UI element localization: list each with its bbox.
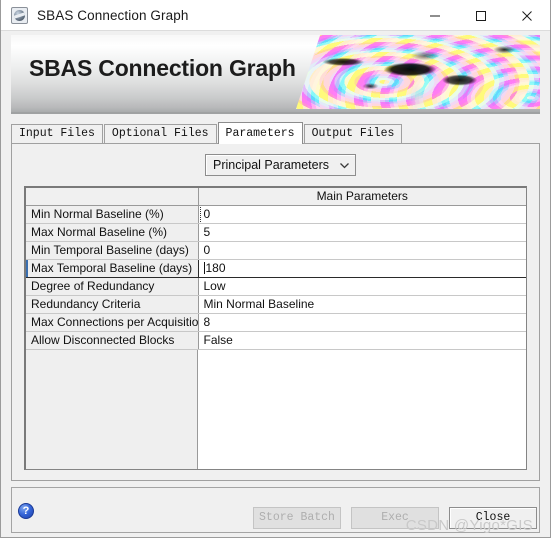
- globe-app-icon: [11, 6, 28, 24]
- table-header-row: Main Parameters: [26, 188, 526, 206]
- interferogram-fringe-image: [296, 35, 540, 109]
- table-header-blank: [26, 188, 199, 206]
- table-row[interactable]: Max Temporal Baseline (days) 180: [26, 258, 526, 278]
- table-empty-area: [26, 349, 526, 469]
- param-value-text: 180: [205, 261, 226, 275]
- table-empty-value-column: [198, 349, 526, 469]
- parameter-set-value: Principal Parameters: [212, 158, 329, 172]
- param-name-max-temporal-baseline: Max Temporal Baseline (days): [26, 258, 199, 278]
- param-name-max-normal-baseline: Max Normal Baseline (%): [26, 223, 199, 242]
- param-name-max-connections-per-acquisition: Max Connections per Acquisition: [26, 313, 199, 332]
- param-value-max-temporal-baseline[interactable]: 180: [198, 258, 526, 278]
- parameter-set-row: Principal Parameters: [12, 144, 539, 186]
- parameters-table: Main Parameters Min Normal Baseline (%) …: [26, 188, 526, 350]
- window-controls: [412, 0, 550, 31]
- chevron-down-icon: [339, 160, 350, 171]
- table-row[interactable]: Allow Disconnected Blocks False: [26, 331, 526, 350]
- dialog-footer: ? Store Batch Exec Close CSDN @Yigo*GIS: [11, 487, 540, 534]
- banner: SBAS Connection Graph: [11, 35, 540, 114]
- param-name-degree-of-redundancy: Degree of Redundancy: [26, 277, 199, 296]
- tab-optional-files[interactable]: Optional Files: [103, 124, 217, 143]
- param-name-min-temporal-baseline: Min Temporal Baseline (days): [26, 241, 199, 260]
- tabstrip: Input Files Optional Files Parameters Ou…: [11, 122, 540, 144]
- param-value-min-normal-baseline[interactable]: 0: [198, 205, 526, 224]
- table-row[interactable]: Redundancy Criteria Min Normal Baseline: [26, 295, 526, 314]
- watermark: CSDN @Yigo*GIS: [405, 517, 533, 534]
- param-value-degree-of-redundancy[interactable]: Low: [198, 277, 526, 296]
- help-question-icon[interactable]: ?: [18, 503, 34, 519]
- table-row[interactable]: Min Normal Baseline (%) 0: [26, 205, 526, 224]
- param-value-min-temporal-baseline[interactable]: 0: [198, 241, 526, 260]
- param-name-redundancy-criteria: Redundancy Criteria: [26, 295, 199, 314]
- close-icon[interactable]: [504, 0, 550, 31]
- window-titlebar: SBAS Connection Graph: [1, 0, 550, 31]
- text-caret: [203, 262, 205, 274]
- parameters-table-container[interactable]: Main Parameters Min Normal Baseline (%) …: [24, 186, 527, 470]
- table-row[interactable]: Degree of Redundancy Low: [26, 277, 526, 296]
- param-value-allow-disconnected-blocks[interactable]: False: [198, 331, 526, 350]
- parameter-set-select[interactable]: Principal Parameters: [204, 154, 356, 176]
- fringe-decoherence-overlay: [296, 35, 540, 109]
- param-value-max-normal-baseline[interactable]: 5: [198, 223, 526, 242]
- param-value-max-connections-per-acquisition[interactable]: 8: [198, 313, 526, 332]
- store-batch-button[interactable]: Store Batch: [253, 507, 341, 529]
- param-name-min-normal-baseline: Min Normal Baseline (%): [26, 205, 199, 224]
- param-name-allow-disconnected-blocks: Allow Disconnected Blocks: [26, 331, 199, 350]
- banner-heading: SBAS Connection Graph: [29, 55, 296, 81]
- table-header-main-parameters: Main Parameters: [198, 188, 526, 206]
- parameters-panel: Principal Parameters Main Parameters Min: [11, 143, 540, 481]
- tab-output-files[interactable]: Output Files: [303, 124, 403, 143]
- table-row[interactable]: Min Temporal Baseline (days) 0: [26, 241, 526, 260]
- tab-input-files[interactable]: Input Files: [11, 124, 103, 143]
- minimize-icon[interactable]: [412, 0, 458, 31]
- window-title: SBAS Connection Graph: [37, 7, 189, 23]
- sbas-connection-graph-window: SBAS Connection Graph SBAS Connection Gr…: [0, 0, 551, 538]
- table-empty-name-column: [26, 349, 198, 469]
- tab-parameters[interactable]: Parameters: [217, 122, 303, 144]
- param-value-redundancy-criteria[interactable]: Min Normal Baseline: [198, 295, 526, 314]
- table-row[interactable]: Max Normal Baseline (%) 5: [26, 223, 526, 242]
- table-row[interactable]: Max Connections per Acquisition 8: [26, 313, 526, 332]
- maximize-icon[interactable]: [458, 0, 504, 31]
